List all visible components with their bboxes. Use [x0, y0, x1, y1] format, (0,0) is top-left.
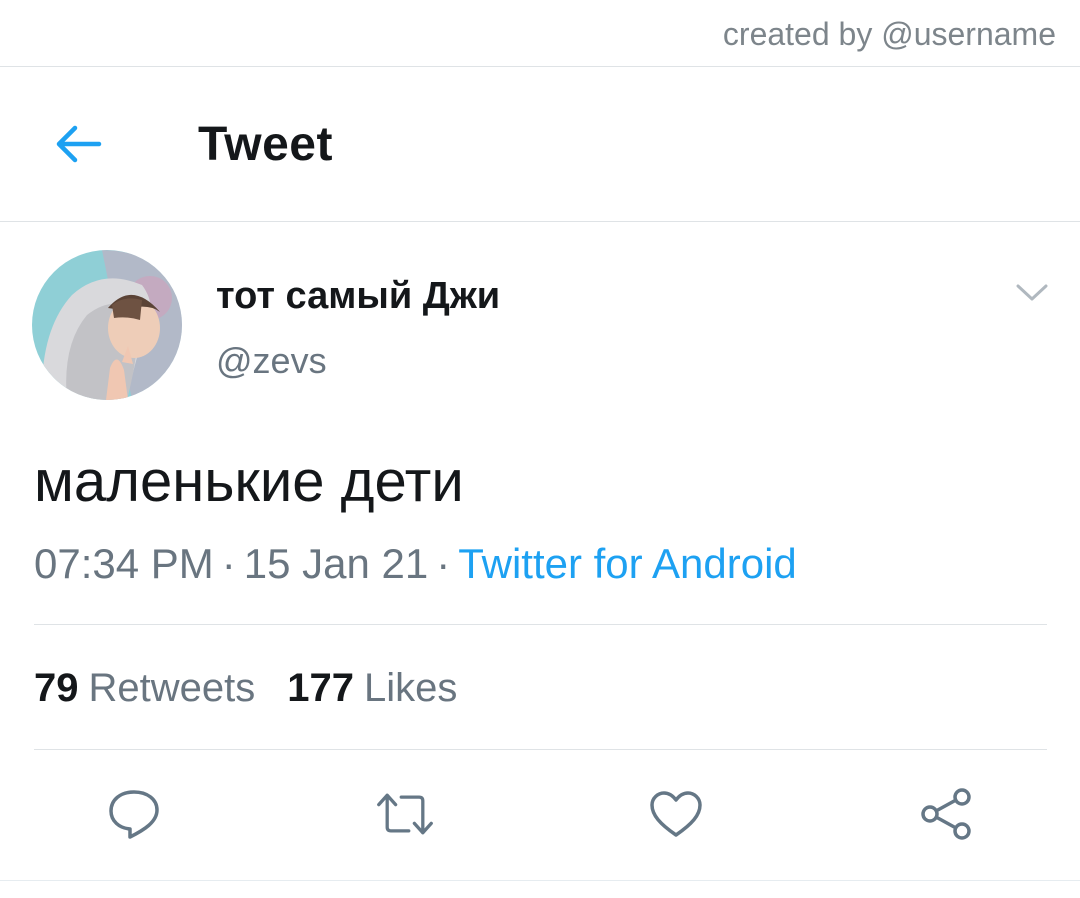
retweets-stat[interactable]: 79 Retweets [34, 666, 255, 711]
tweet-options-button[interactable] [1008, 276, 1056, 310]
watermark-bar: created by @username [0, 0, 1080, 67]
tweet-date: 15 Jan 21 [243, 540, 429, 587]
tweet-text: маленькие дети [34, 449, 464, 514]
like-button[interactable] [646, 786, 706, 842]
back-button[interactable] [40, 111, 116, 177]
avatar[interactable] [32, 250, 182, 400]
divider [34, 749, 1047, 750]
meta-separator: · [436, 540, 451, 587]
chevron-down-icon [1016, 284, 1048, 301]
likes-stat[interactable]: 177 Likes [287, 666, 457, 711]
likes-count: 177 [287, 666, 354, 710]
likes-label: Likes [364, 666, 458, 710]
page-title: Tweet [198, 118, 333, 171]
bottom-divider [0, 880, 1080, 881]
share-icon [921, 788, 971, 840]
tweet-time: 07:34 PM [34, 540, 214, 587]
arrow-left-icon [56, 125, 102, 163]
retweets-label: Retweets [88, 666, 256, 710]
tweet-source-link[interactable]: Twitter for Android [458, 540, 796, 587]
author-display-name[interactable]: тот самый Джи [216, 275, 500, 318]
retweets-count: 79 [34, 666, 79, 710]
retweet-icon [377, 793, 433, 835]
like-icon [650, 791, 702, 837]
reply-button[interactable] [104, 786, 164, 842]
top-app-bar: Tweet [0, 67, 1080, 222]
tweet-meta: 07:34 PM · 15 Jan 21 · Twitter for Android [34, 540, 797, 588]
avatar-image [32, 250, 182, 400]
author-handle[interactable]: @zevs [216, 340, 327, 382]
reply-icon [109, 790, 159, 839]
retweet-button[interactable] [375, 786, 435, 842]
watermark-text: created by @username [722, 16, 1056, 52]
share-button[interactable] [916, 786, 976, 842]
tweet-stats: 79 Retweets 177 Likes [34, 666, 457, 711]
meta-separator: · [221, 540, 236, 587]
divider [34, 624, 1047, 625]
